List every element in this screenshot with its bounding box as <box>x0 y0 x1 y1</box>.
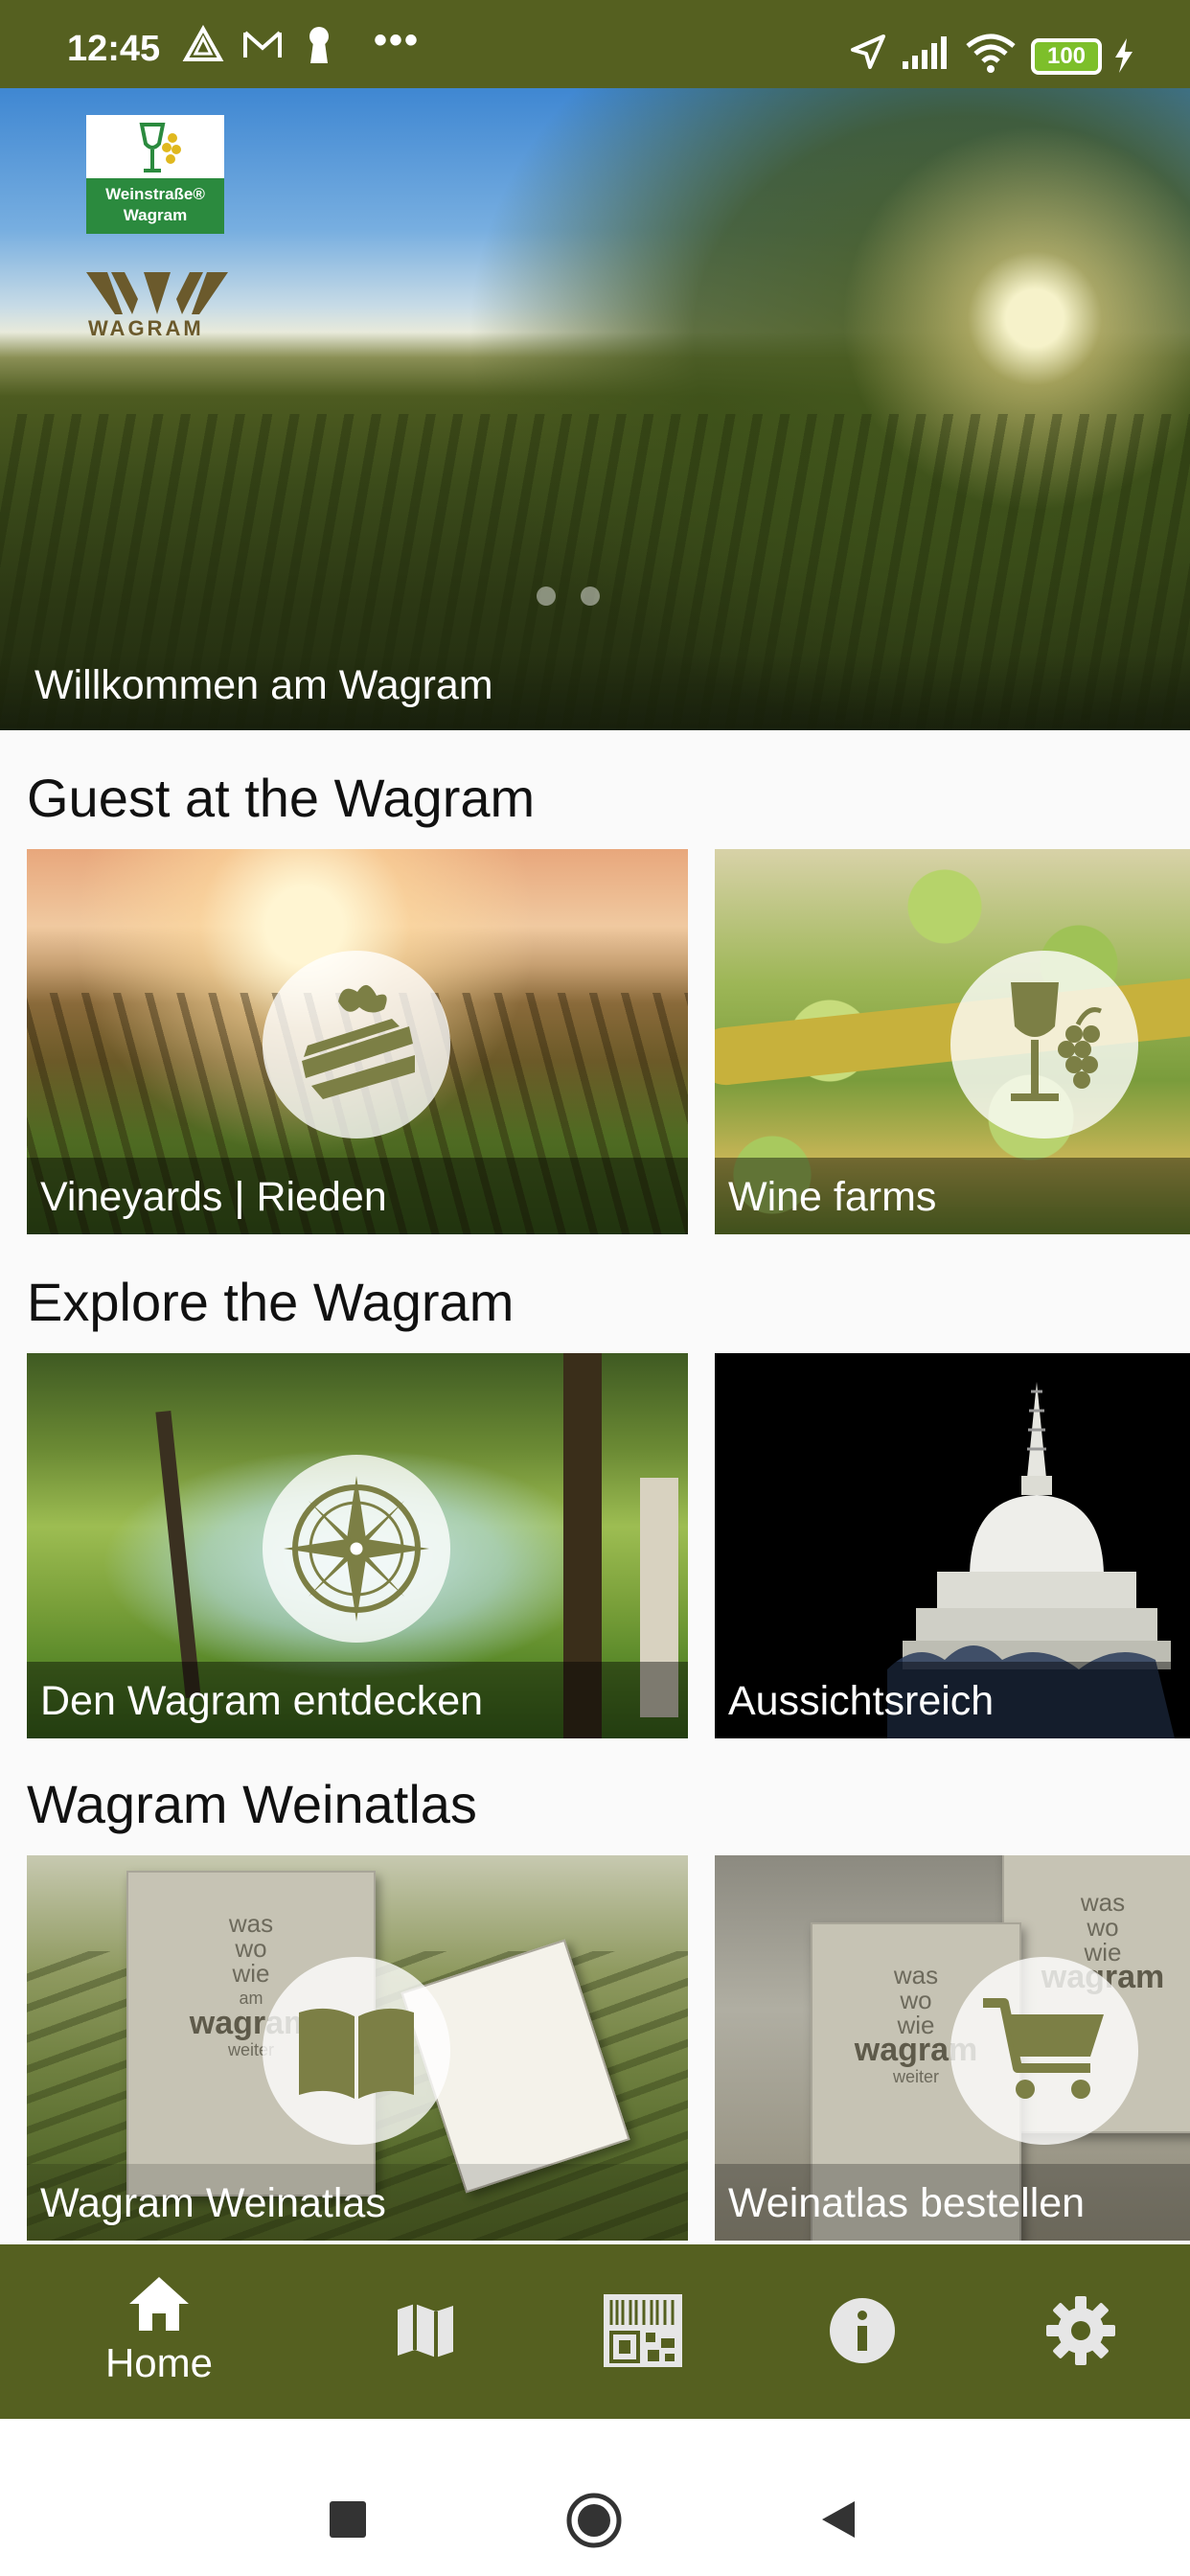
wagram-brand-text: WAGRAM <box>88 316 204 340</box>
recents-square-icon[interactable] <box>328 2499 368 2540</box>
shopping-cart-icon <box>983 1998 1104 2099</box>
nav-scan[interactable] <box>524 2244 762 2419</box>
tile-label: Wine farms <box>728 1174 937 1220</box>
tile-label: Vineyards | Rieden <box>40 1174 387 1220</box>
keyhole-icon <box>309 27 329 63</box>
hero-banner[interactable]: Weinstraße® Wagram WAGRAM Willkommen am … <box>0 88 1190 730</box>
nav-home-label: Home <box>104 2340 214 2385</box>
logo-text-line2: Wagram <box>123 206 188 224</box>
weinstrasse-logo: Weinstraße® Wagram <box>86 115 224 234</box>
wine-glass-logo-icon <box>139 123 181 172</box>
tile-aussichtsreich[interactable]: Aussichtsreich <box>715 1353 1190 1738</box>
tile-label: Den Wagram entdecken <box>40 1678 484 1724</box>
wagram-logo-icon <box>86 272 228 314</box>
nav-map[interactable] <box>307 2244 544 2419</box>
alert-triangle-icon <box>182 25 224 61</box>
tile-label: Wagram Weinatlas <box>40 2180 386 2226</box>
section-title-guest: Guest at the Wagram <box>27 768 536 828</box>
compass-icon-badge <box>263 1455 450 1643</box>
system-navigation-bar <box>0 2419 1190 2576</box>
qr-barcode-icon <box>604 2294 682 2367</box>
carousel-indicator <box>537 586 625 610</box>
battery-level: 100 <box>1046 43 1087 69</box>
settings-gear-icon <box>1046 2296 1115 2365</box>
open-book-icon-badge <box>263 1957 450 2145</box>
wine-glass-grapes-icon-badge <box>950 951 1138 1138</box>
section-title-explore: Explore the Wagram <box>27 1272 515 1332</box>
bottom-navigation: Home <box>0 2244 1190 2419</box>
tile-den-wagram-entdecken[interactable]: Den Wagram entdecken <box>27 1353 688 1738</box>
shopping-cart-icon-badge <box>950 1957 1138 2145</box>
vineyard-icon-badge <box>263 951 450 1138</box>
nav-info[interactable] <box>744 2244 981 2419</box>
status-time: 12:45 <box>67 29 161 69</box>
tile-wine-farms[interactable]: Wine farms <box>715 849 1190 1234</box>
map-icon <box>398 2304 453 2358</box>
tile-label: Aussichtsreich <box>728 1678 995 1724</box>
tile-vineyards-rieden[interactable]: Vineyards | Rieden <box>27 849 688 1234</box>
section-title-weinatlas: Wagram Weinatlas <box>27 1774 477 1834</box>
logo-text-line1: Weinstraße® <box>105 185 205 203</box>
status-bar: 12:45 ••• 100 <box>0 0 1190 88</box>
home-circle-icon[interactable] <box>563 2490 625 2551</box>
carousel-dot[interactable] <box>537 586 556 606</box>
charging-bolt-icon <box>1115 38 1133 73</box>
battery-icon: 100 <box>1031 38 1102 75</box>
wifi-icon <box>966 34 1016 73</box>
compass-icon <box>284 1476 429 1622</box>
open-book-icon <box>299 2008 414 2099</box>
vineyard-icon <box>302 984 415 1099</box>
nav-settings[interactable] <box>962 2244 1190 2419</box>
gmail-icon <box>243 31 282 58</box>
hero-caption: Willkommen am Wagram <box>34 662 493 708</box>
signal-icon <box>903 36 947 69</box>
carousel-dot[interactable] <box>581 586 600 606</box>
info-icon <box>830 2298 895 2363</box>
location-arrow-icon <box>851 34 885 69</box>
tile-weinatlas-bestellen[interactable]: was wo wie wagram was wo wie wagram weit… <box>715 1855 1190 2241</box>
home-icon <box>129 2277 189 2331</box>
status-dots: ••• <box>374 19 421 61</box>
wine-glass-grapes-icon <box>1011 982 1102 1101</box>
tile-label: Weinatlas bestellen <box>728 2180 1086 2226</box>
back-triangle-icon[interactable] <box>816 2497 860 2542</box>
nav-home[interactable]: Home <box>40 2244 278 2419</box>
tile-wagram-weinatlas[interactable]: was wo wie am wagram weiter Wagram Weina… <box>27 1855 688 2241</box>
